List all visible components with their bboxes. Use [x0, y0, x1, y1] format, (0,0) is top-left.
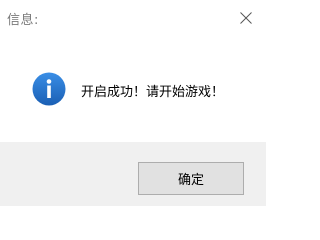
- dialog-title: 信息:: [7, 13, 39, 28]
- close-button[interactable]: [232, 6, 260, 30]
- dialog-content: 开启成功！请开始游戏！: [0, 34, 266, 142]
- dialog-footer: 确定: [0, 142, 266, 206]
- title-bar: 信息:: [0, 0, 266, 34]
- info-icon: [32, 72, 66, 106]
- message-dialog: 信息: 开启成功！请开始游戏！ 确定: [0, 0, 266, 206]
- dialog-message: 开启成功！请开始游戏！: [81, 85, 225, 100]
- ok-button[interactable]: 确定: [138, 162, 244, 195]
- close-icon: [240, 12, 252, 24]
